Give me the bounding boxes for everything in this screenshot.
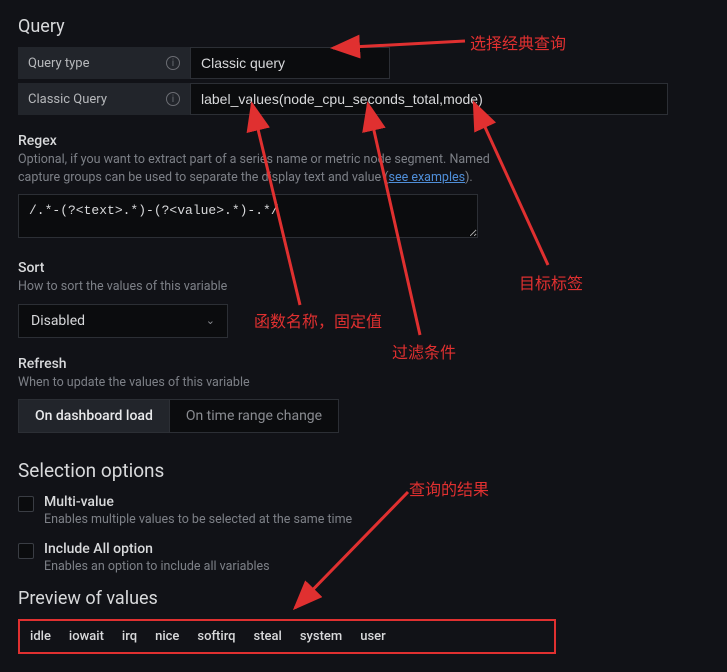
refresh-button-group: On dashboard load On time range change xyxy=(18,399,709,433)
refresh-on-time-range-change-button[interactable]: On time range change xyxy=(170,399,339,433)
regex-help-post: ). xyxy=(465,170,473,185)
preview-value: steal xyxy=(254,629,282,644)
multi-value-row: Multi-value Enables multiple values to b… xyxy=(18,494,709,527)
query-type-row: Query type i xyxy=(18,47,709,79)
preview-values-box: idle iowait irq nice softirq steal syste… xyxy=(18,619,556,654)
preview-value: irq xyxy=(122,629,137,644)
query-type-input[interactable] xyxy=(190,47,390,79)
info-icon[interactable]: i xyxy=(166,56,180,70)
info-icon[interactable]: i xyxy=(166,92,180,106)
preview-value: idle xyxy=(30,629,51,644)
query-type-label-text: Query type xyxy=(28,56,90,71)
regex-input[interactable]: /.*-(?<text>.*)-(?<value>.*)-.*/ xyxy=(18,194,478,238)
classic-query-label: Classic Query i xyxy=(18,83,190,115)
refresh-on-dashboard-load-button[interactable]: On dashboard load xyxy=(18,399,170,433)
regex-title: Regex xyxy=(18,133,709,149)
regex-help: Optional, if you want to extract part of… xyxy=(18,151,518,186)
multi-value-checkbox[interactable] xyxy=(18,496,34,512)
sort-value: Disabled xyxy=(31,313,85,329)
classic-query-row: Classic Query i xyxy=(18,83,709,115)
regex-help-link[interactable]: see examples xyxy=(389,170,466,185)
sort-title: Sort xyxy=(18,260,709,276)
sort-help: How to sort the values of this variable xyxy=(18,278,518,296)
query-type-label: Query type i xyxy=(18,47,190,79)
classic-query-input[interactable] xyxy=(190,83,668,115)
include-all-desc: Enables an option to include all variabl… xyxy=(44,559,270,574)
preview-value: nice xyxy=(155,629,179,644)
include-all-checkbox[interactable] xyxy=(18,543,34,559)
preview-value: system xyxy=(300,629,342,644)
chevron-down-icon: ⌄ xyxy=(206,314,215,327)
sort-select[interactable]: Disabled ⌄ xyxy=(18,304,228,338)
multi-value-label: Multi-value xyxy=(44,494,352,510)
multi-value-desc: Enables multiple values to be selected a… xyxy=(44,512,352,527)
preview-value: user xyxy=(360,629,385,644)
preview-value: softirq xyxy=(197,629,235,644)
refresh-title: Refresh xyxy=(18,356,709,372)
refresh-help: When to update the values of this variab… xyxy=(18,374,518,392)
section-title-query: Query xyxy=(18,16,709,37)
include-all-row: Include All option Enables an option to … xyxy=(18,541,709,574)
classic-query-label-text: Classic Query xyxy=(28,92,107,107)
include-all-label: Include All option xyxy=(44,541,270,557)
preview-title: Preview of values xyxy=(18,588,709,609)
preview-value: iowait xyxy=(69,629,104,644)
selection-options-title: Selection options xyxy=(18,459,709,482)
